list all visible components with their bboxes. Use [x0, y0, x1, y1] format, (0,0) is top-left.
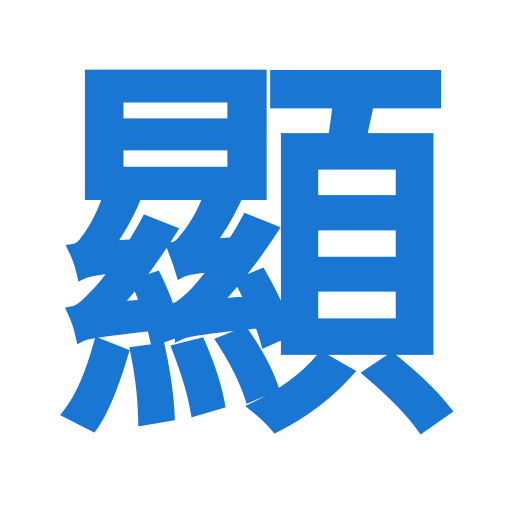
kanji-glyph: 顯: [56, 23, 456, 488]
glyph-canvas: 顯: [0, 0, 512, 512]
